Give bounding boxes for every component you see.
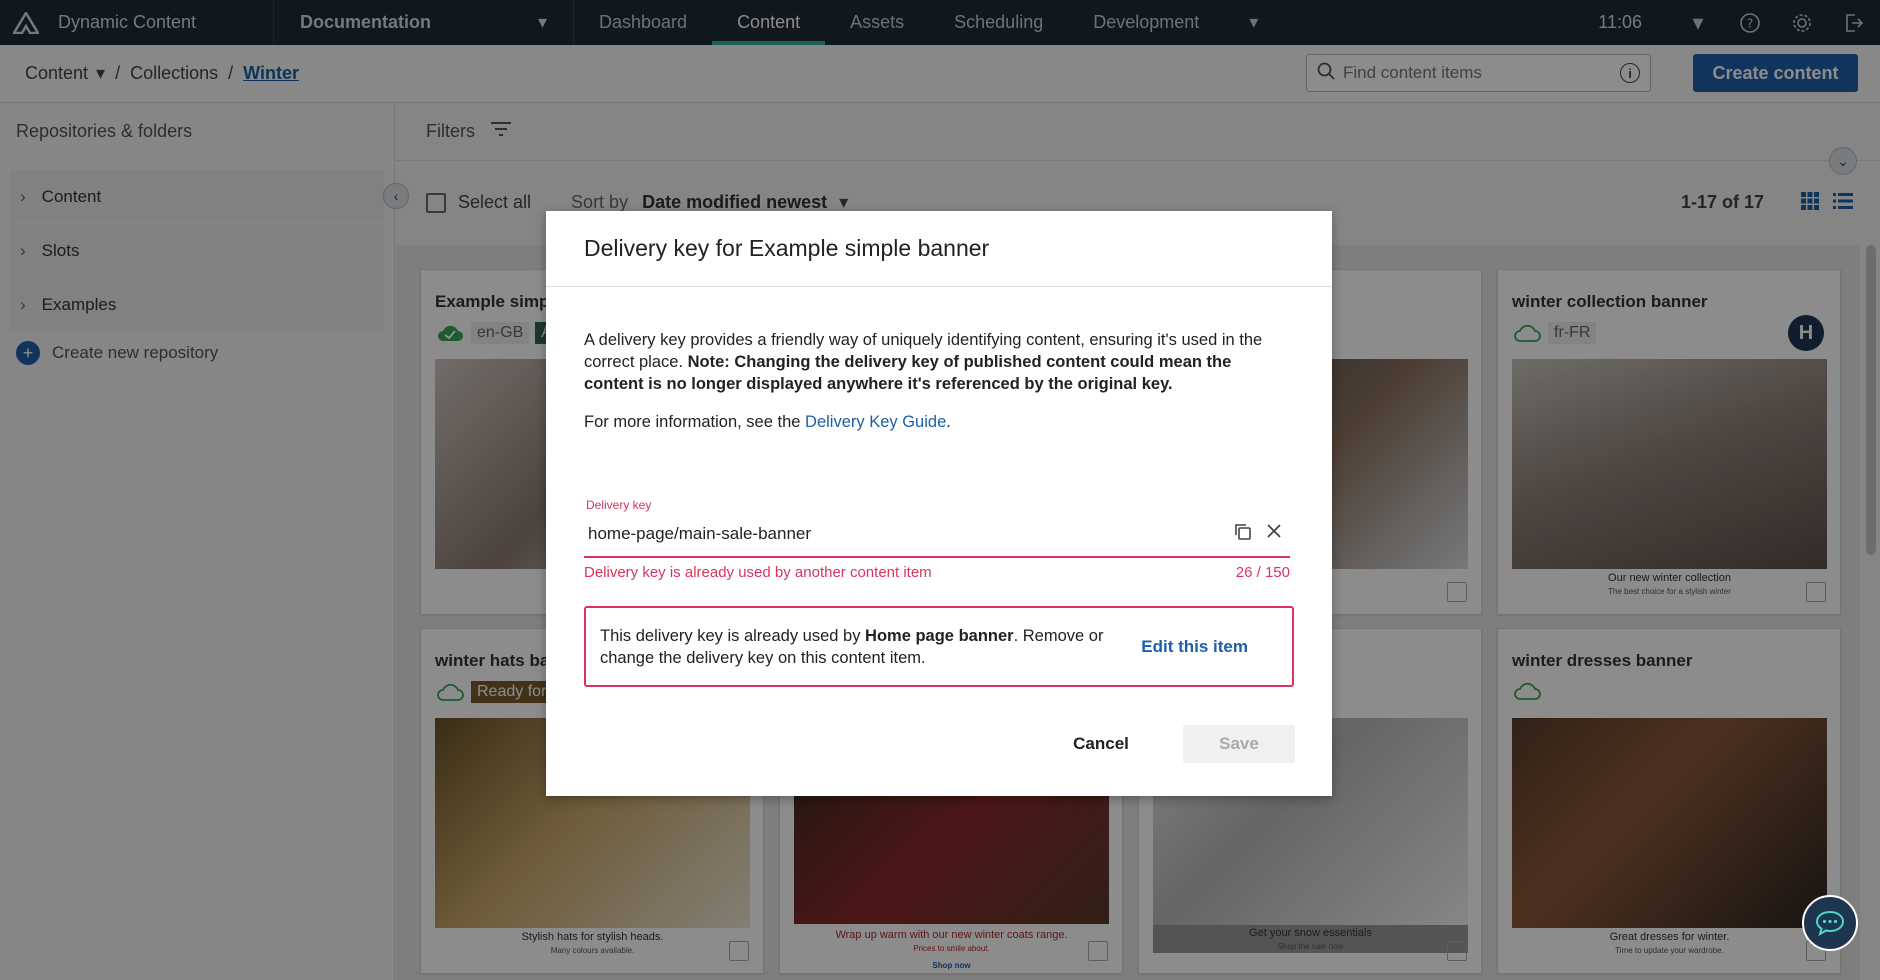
chat-icon — [1815, 910, 1845, 936]
field-actions — [1234, 523, 1290, 546]
dialog-footer: Cancel Save — [546, 725, 1332, 765]
save-button[interactable]: Save — [1183, 725, 1295, 763]
more-info: For more information, see the Delivery K… — [584, 411, 1294, 433]
dialog-body: A delivery key provides a friendly way o… — [546, 287, 1332, 433]
error-message: Delivery key is already used by another … — [584, 564, 932, 581]
character-counter: 26 / 150 — [1235, 564, 1290, 581]
edit-this-item-link[interactable]: Edit this item — [1141, 636, 1248, 658]
more-info-text: For more information, see the — [584, 413, 801, 431]
field-error: Delivery key is already used by another … — [584, 564, 1290, 581]
conflict-message: This delivery key is already used by Hom… — [600, 625, 1130, 669]
copy-icon[interactable] — [1234, 523, 1252, 546]
cancel-button[interactable]: Cancel — [1051, 725, 1151, 763]
conflict-pre: This delivery key is already used by — [600, 626, 861, 645]
delivery-key-value: home-page/main-sale-banner — [588, 524, 812, 543]
conflict-alert: This delivery key is already used by Hom… — [584, 606, 1294, 687]
dialog-description: A delivery key provides a friendly way o… — [584, 329, 1294, 395]
clear-icon[interactable] — [1266, 523, 1282, 546]
delivery-key-dialog: Delivery key for Example simple banner A… — [546, 211, 1332, 796]
period: . — [946, 413, 951, 431]
delivery-key-input[interactable]: home-page/main-sale-banner — [584, 512, 1290, 558]
chat-button[interactable] — [1802, 895, 1858, 951]
field-label: Delivery key — [586, 498, 652, 512]
conflict-item: Home page banner — [865, 626, 1014, 645]
delivery-key-field: Delivery key home-page/main-sale-banner … — [584, 498, 1290, 581]
delivery-key-guide-link[interactable]: Delivery Key Guide — [805, 413, 946, 431]
dialog-title: Delivery key for Example simple banner — [546, 211, 1332, 287]
